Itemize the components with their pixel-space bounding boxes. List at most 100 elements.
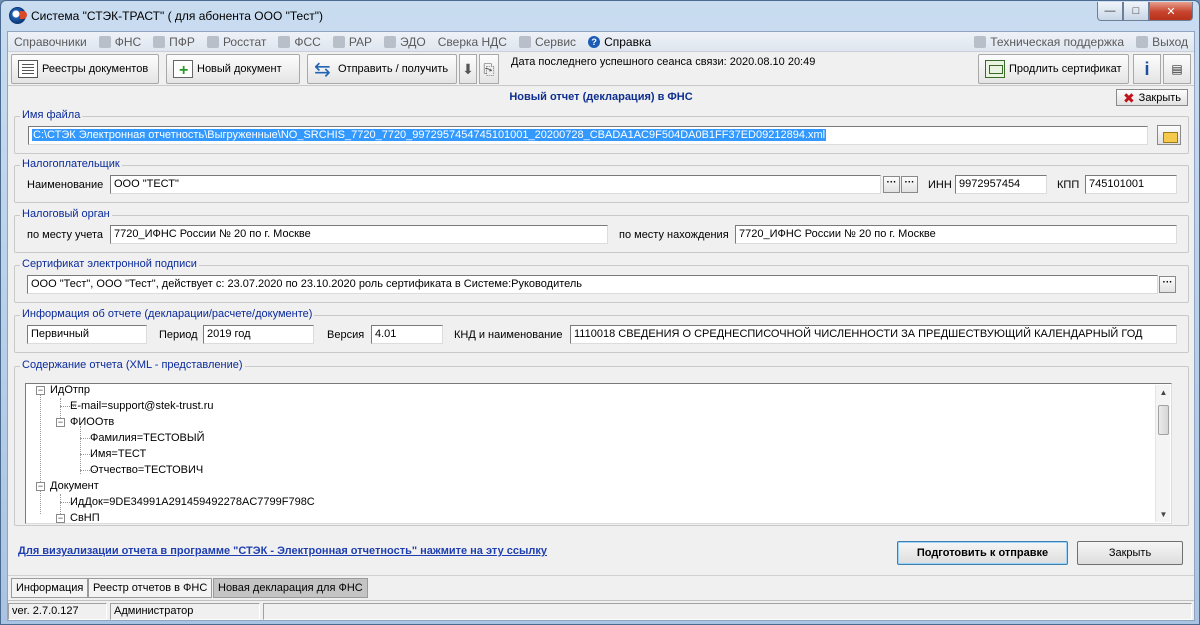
client-area: Справочники ФНС ПФР Росстат ФСС РАР ЭДО … (7, 31, 1195, 621)
document-help-button[interactable]: ▤ (1163, 54, 1191, 84)
exit-icon (1136, 35, 1149, 48)
app-window: Система "СТЭК-ТРАСТ" ( для абонента ООО … (0, 0, 1200, 625)
scroll-down-icon[interactable]: ▼ (1156, 507, 1171, 522)
by-location-label: по месту нахождения (619, 229, 729, 241)
name-label: Наименование (27, 179, 104, 191)
new-document-button[interactable]: Новый документ (166, 54, 300, 84)
status-empty-cell (263, 603, 1192, 620)
xml-tree-scrollbar[interactable]: ▲ ▼ (1155, 385, 1170, 522)
inn-field[interactable]: 9972957454 (955, 175, 1047, 194)
version-label: Версия (327, 329, 365, 341)
files-icon: ⎘ (483, 60, 495, 77)
menu-item-edo[interactable]: ЭДО (378, 35, 432, 49)
tree-node[interactable]: ИдОтпр (50, 384, 90, 396)
registry-button[interactable]: Реестры документов (11, 54, 159, 84)
send-dropdown-arrow[interactable]: ⬇ (459, 54, 477, 84)
close-window-button[interactable]: ✕ (1149, 2, 1193, 21)
extend-certificate-button[interactable]: Продлить сертификат (978, 54, 1129, 84)
tab-fns-registry[interactable]: Реестр отчетов в ФНС (88, 578, 213, 598)
xml-content-legend: Содержание отчета (XML - представление) (20, 359, 245, 371)
xml-tree-view[interactable]: − ИдОтпр E-mail=support@stek-trust.ru − … (25, 383, 1172, 524)
certificate-group: Сертификат электронной подписи ООО "Тест… (14, 258, 1189, 303)
certificate-field[interactable]: ООО "Тест", ООО "Тест", действует с: 23.… (27, 275, 1158, 294)
help-icon: ? (588, 35, 601, 48)
tree-toggle[interactable]: − (36, 386, 45, 395)
report-type-field[interactable]: Первичный (27, 325, 147, 344)
close-icon: ✖ (1122, 89, 1135, 106)
document-icon: ▤ (1171, 62, 1183, 76)
close-button[interactable]: Закрыть (1077, 541, 1183, 565)
arrow-down-icon: ⬇ (462, 60, 474, 77)
fss-icon (278, 35, 291, 48)
tree-node[interactable]: Имя=ТЕСТ (90, 448, 146, 460)
name-field[interactable]: ООО "ТЕСТ" (110, 175, 881, 194)
tree-node[interactable]: ИдДок=9DE34991A291459492278AC7799F798C (70, 496, 315, 508)
kpp-field[interactable]: 745101001 (1085, 175, 1177, 194)
menu-item-spravochniki[interactable]: Справочники (8, 35, 93, 49)
knd-label: КНД и наименование (454, 329, 563, 341)
window-tabs: Информация Реестр отчетов в ФНС Новая де… (8, 575, 1194, 598)
browse-folder-button[interactable] (1157, 125, 1181, 145)
tree-node[interactable]: Фамилия=ТЕСТОВЫЙ (90, 432, 205, 444)
taxpayer-group: Налогоплательщик Наименование ООО "ТЕСТ"… (14, 158, 1189, 203)
app-logo-icon (9, 7, 27, 24)
close-form-top-button[interactable]: ✖ Закрыть (1116, 89, 1188, 106)
visualize-report-link[interactable]: Для визуализации отчета в программе "СТЭ… (18, 545, 547, 557)
new-document-icon (173, 60, 193, 78)
tree-node[interactable]: Документ (50, 480, 99, 492)
version-field[interactable]: 4.01 (371, 325, 443, 344)
period-label: Период (159, 329, 198, 341)
tree-node[interactable]: Отчество=ТЕСТОВИЧ (90, 464, 203, 476)
last-session-text: Дата последнего успешного сеанса связи: … (511, 56, 816, 68)
more-icon: ··· (904, 177, 915, 188)
registry-icon (18, 60, 38, 78)
name-extra-button[interactable]: ··· (901, 176, 918, 193)
kpp-label: КПП (1057, 179, 1080, 191)
menu-item-pfr[interactable]: ПФР (147, 35, 201, 49)
certificate-legend: Сертификат электронной подписи (20, 258, 199, 270)
by-account-label: по месту учета (27, 229, 104, 241)
period-field[interactable]: 2019 год (203, 325, 314, 344)
by-account-field[interactable]: 7720_ИФНС России № 20 по г. Москве (110, 225, 608, 244)
menu-item-exit[interactable]: Выход (1130, 35, 1194, 49)
tax-organ-group: Налоговый орган по месту учета 7720_ИФНС… (14, 208, 1189, 253)
menu-item-spravka[interactable]: ? Справка (582, 35, 657, 49)
menu-item-rar[interactable]: РАР (327, 35, 378, 49)
menu-item-fss[interactable]: ФСС (272, 35, 326, 49)
name-lookup-button[interactable]: ··· (883, 176, 900, 193)
tab-information[interactable]: Информация (11, 578, 89, 598)
minimize-button[interactable]: — (1097, 2, 1123, 21)
prepare-to-send-button[interactable]: Подготовить к отправке (897, 541, 1068, 565)
send-receive-button[interactable]: Отправить / получить (307, 54, 457, 84)
fns-icon (98, 35, 111, 48)
knd-field[interactable]: 1110018 СВЕДЕНИЯ О СРЕДНЕСПИСОЧНОЙ ЧИСЛЕ… (570, 325, 1177, 344)
file-path-field[interactable]: C:\СТЭК Электронная отчетность\Выгруженн… (28, 126, 1148, 145)
scroll-up-icon[interactable]: ▲ (1156, 385, 1171, 400)
edo-icon (384, 35, 397, 48)
menu-item-servis[interactable]: Сервис (513, 35, 582, 49)
certificate-select-button[interactable]: ··· (1159, 276, 1176, 293)
info-button[interactable]: i (1133, 54, 1161, 84)
tree-node[interactable]: ФИООтв (70, 416, 114, 428)
by-location-field[interactable]: 7720_ИФНС России № 20 по г. Москве (735, 225, 1177, 244)
scroll-thumb[interactable] (1158, 405, 1169, 435)
inn-label: ИНН (928, 179, 952, 191)
version-status: ver. 2.7.0.127 (8, 603, 107, 620)
more-icon: ··· (1162, 277, 1173, 288)
menu-item-rosstat[interactable]: Росстат (201, 35, 272, 49)
file-name-group: Имя файла C:\СТЭК Электронная отчетность… (14, 109, 1189, 154)
tree-toggle[interactable]: − (56, 514, 65, 523)
menu-item-sverka-nds[interactable]: Сверка НДС (432, 35, 513, 49)
report-info-group: Информация об отчете (декларации/расчете… (14, 308, 1189, 353)
tree-node[interactable]: E-mail=support@stek-trust.ru (70, 400, 214, 412)
tree-toggle[interactable]: − (36, 482, 45, 491)
tab-new-declaration[interactable]: Новая декларация для ФНС (213, 578, 368, 598)
tree-node[interactable]: СвНП (70, 512, 100, 523)
maximize-button[interactable]: □ (1123, 2, 1149, 21)
tree-toggle[interactable]: − (56, 418, 65, 427)
menu-item-fns[interactable]: ФНС (93, 35, 147, 49)
menu-item-support[interactable]: Техническая поддержка (968, 35, 1130, 49)
form-title-bar: Новый отчет (декларация) в ФНС ✖ Закрыть (8, 88, 1194, 108)
status-bar: ver. 2.7.0.127 Администратор (8, 600, 1194, 620)
receive-files-button[interactable]: ⎘ (479, 54, 499, 84)
